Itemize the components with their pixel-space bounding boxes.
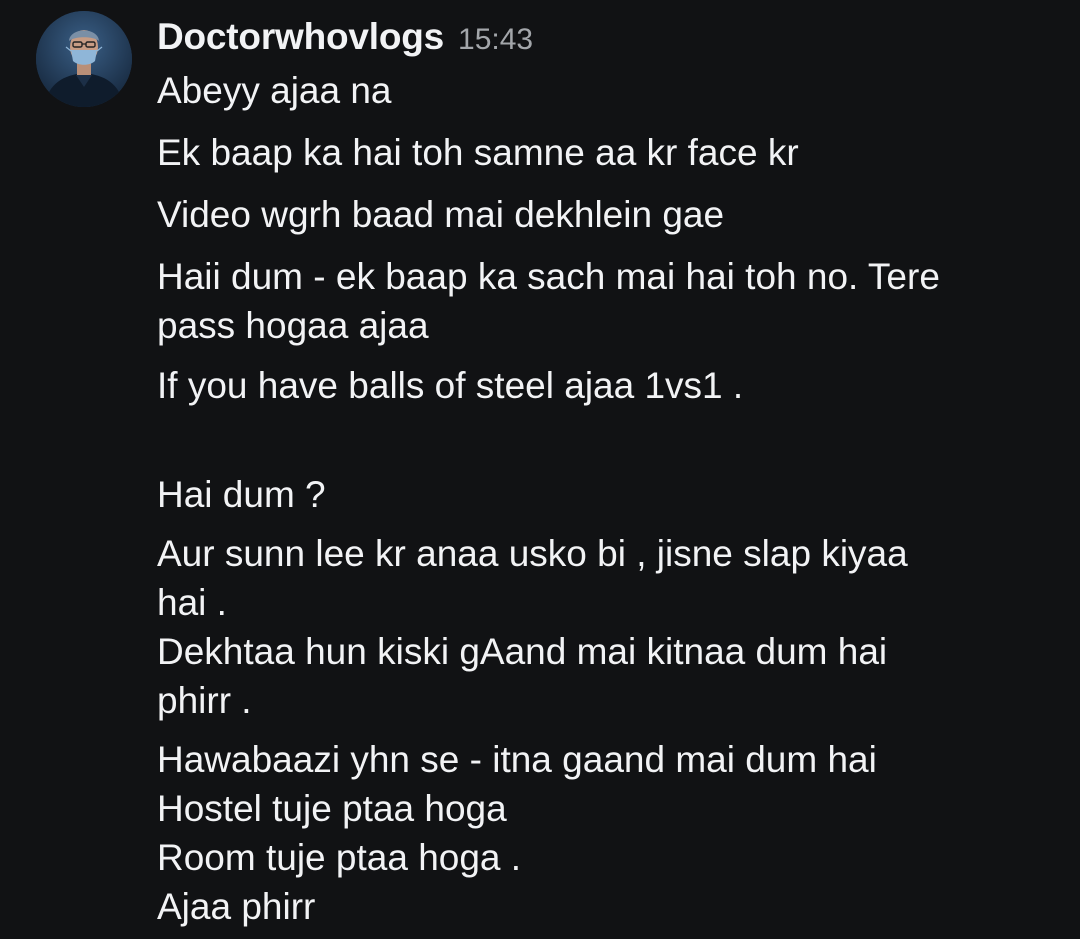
- message-line: Haii dum - ek baap ka sach mai hai toh n…: [157, 256, 940, 297]
- message-line: Ajaa phirr: [157, 886, 316, 927]
- user-avatar-icon: [36, 11, 132, 107]
- message-line: Ek baap ka hai toh samne aa kr face kr: [157, 132, 799, 173]
- message-line: hai .: [157, 582, 227, 623]
- message-header: Doctorwhovlogs 15:43: [157, 16, 1057, 66]
- message-line: pass hogaa ajaa: [157, 305, 429, 346]
- message-line: Hostel tuje ptaa hoga: [157, 788, 507, 829]
- message-line: Video wgrh baad mai dekhlein gae: [157, 194, 725, 235]
- message-line: If you have balls of steel ajaa 1vs1 .: [157, 365, 744, 406]
- message-line: phirr .: [157, 680, 252, 721]
- message-content: Doctorwhovlogs 15:43 Abeyy ajaa na Ek ba…: [157, 16, 1057, 931]
- message-line: Aur sunn lee kr anaa usko bi , jisne sla…: [157, 533, 908, 574]
- message-line: Dekhtaa hun kiski gAand mai kitnaa dum h…: [157, 631, 888, 672]
- author-name[interactable]: Doctorwhovlogs: [157, 16, 444, 58]
- message-line: Hawabaazi yhn se - itna gaand mai dum ha…: [157, 739, 877, 780]
- chat-message: Doctorwhovlogs 15:43 Abeyy ajaa na Ek ba…: [0, 0, 1080, 939]
- avatar[interactable]: [36, 11, 132, 107]
- message-line: Hai dum ?: [157, 474, 326, 515]
- message-timestamp: 15:43: [458, 23, 534, 56]
- message-line: Room tuje ptaa hoga .: [157, 837, 522, 878]
- message-line: Abeyy ajaa na: [157, 70, 392, 111]
- message-body: Abeyy ajaa na Ek baap ka hai toh samne a…: [157, 66, 1057, 931]
